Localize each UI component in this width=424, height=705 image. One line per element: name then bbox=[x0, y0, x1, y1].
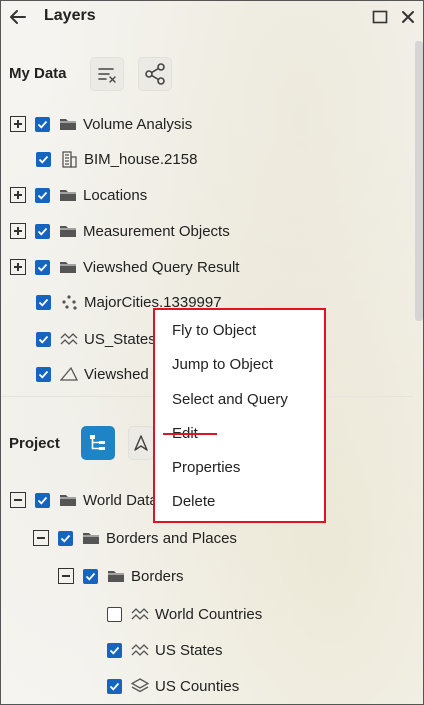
line-layer-icon bbox=[60, 330, 78, 348]
tree-item-locations[interactable]: Locations bbox=[10, 183, 147, 207]
layer-checkbox[interactable] bbox=[35, 492, 50, 508]
layer-label: World Data bbox=[83, 491, 158, 509]
maximize-icon bbox=[372, 10, 388, 24]
share-button[interactable] bbox=[138, 57, 172, 91]
tree-item-us-states-data[interactable]: US_States bbox=[36, 327, 156, 351]
folder-icon bbox=[59, 491, 77, 509]
edit-strike-line bbox=[163, 433, 217, 435]
menu-item-properties[interactable]: Properties bbox=[172, 459, 240, 476]
layer-label: Borders bbox=[131, 567, 184, 585]
layer-checkbox[interactable] bbox=[35, 116, 50, 132]
tree-item-us-counties[interactable]: US Counties bbox=[107, 674, 239, 698]
panel-title: Layers bbox=[44, 7, 96, 24]
tree-item-viewshed-query-result[interactable]: Viewshed Query Result bbox=[10, 255, 239, 279]
menu-item-select-and-query[interactable]: Select and Query bbox=[172, 391, 288, 408]
tree-item-viewshed[interactable]: Viewshed bbox=[36, 362, 149, 386]
tree-view-icon bbox=[90, 435, 105, 450]
layer-checkbox[interactable] bbox=[35, 187, 50, 203]
tree-item-measurement-objects[interactable]: Measurement Objects bbox=[10, 219, 230, 243]
context-menu: Fly to Object Jump to Object Select and … bbox=[153, 308, 326, 523]
tree-item-world-countries[interactable]: World Countries bbox=[107, 602, 262, 626]
expand-button[interactable] bbox=[10, 259, 26, 275]
folder-icon bbox=[82, 529, 100, 547]
folder-icon bbox=[59, 186, 77, 204]
layer-label: Locations bbox=[83, 186, 148, 204]
close-button[interactable] bbox=[399, 8, 417, 26]
tree-view-button[interactable] bbox=[81, 426, 115, 460]
tree-item-world-data[interactable]: World Data bbox=[10, 488, 158, 512]
layer-label: US_States bbox=[84, 330, 156, 348]
expand-button[interactable] bbox=[10, 187, 26, 203]
layer-checkbox[interactable] bbox=[107, 606, 122, 622]
line-layer-icon bbox=[131, 641, 149, 659]
tree-item-us-states[interactable]: US States bbox=[107, 638, 223, 662]
clear-list-button[interactable] bbox=[90, 57, 124, 91]
layer-checkbox[interactable] bbox=[107, 678, 122, 694]
scrollbar[interactable] bbox=[415, 41, 423, 321]
tree-item-bim-house[interactable]: BIM_house.2158 bbox=[36, 147, 197, 171]
layer-label: BIM_house.2158 bbox=[84, 150, 198, 168]
tree-item-volume-analysis[interactable]: Volume Analysis bbox=[10, 112, 192, 136]
layer-label: Viewshed bbox=[84, 365, 149, 383]
expand-button[interactable] bbox=[10, 116, 26, 132]
project-heading: Project bbox=[9, 435, 60, 452]
stack-layer-icon bbox=[131, 677, 149, 695]
folder-icon bbox=[59, 115, 77, 133]
layer-checkbox[interactable] bbox=[36, 294, 51, 310]
layer-label: World Countries bbox=[155, 605, 263, 623]
expand-button[interactable] bbox=[10, 223, 26, 239]
points-icon bbox=[60, 293, 78, 311]
layer-checkbox[interactable] bbox=[36, 151, 51, 167]
viewshed-icon bbox=[60, 365, 78, 383]
layer-label: US States bbox=[155, 641, 223, 659]
maximize-button[interactable] bbox=[372, 9, 388, 25]
layer-label: US Counties bbox=[155, 677, 240, 695]
layer-checkbox[interactable] bbox=[35, 223, 50, 239]
layer-checkbox[interactable] bbox=[83, 568, 98, 584]
tree-item-borders[interactable]: Borders bbox=[58, 564, 184, 588]
menu-item-delete[interactable]: Delete bbox=[172, 493, 215, 510]
line-layer-icon bbox=[131, 605, 149, 623]
menu-item-jump-to-object[interactable]: Jump to Object bbox=[172, 356, 273, 373]
layer-label: Borders and Places bbox=[106, 529, 237, 547]
layer-checkbox[interactable] bbox=[36, 366, 51, 382]
folder-icon bbox=[59, 258, 77, 276]
layer-checkbox[interactable] bbox=[36, 331, 51, 347]
folder-icon bbox=[107, 567, 125, 585]
share-icon bbox=[145, 63, 165, 85]
navigation-icon bbox=[134, 435, 148, 451]
menu-item-fly-to-object[interactable]: Fly to Object bbox=[172, 322, 256, 339]
building-icon bbox=[60, 150, 78, 168]
layers-panel: Layers My Data Volume Analysis BIM_house… bbox=[0, 0, 424, 705]
arrow-left-icon bbox=[10, 10, 26, 24]
layer-checkbox[interactable] bbox=[35, 259, 50, 275]
layer-label: Volume Analysis bbox=[83, 115, 193, 133]
back-button[interactable] bbox=[7, 6, 29, 28]
my-data-heading: My Data bbox=[9, 65, 67, 82]
layer-label: Measurement Objects bbox=[83, 222, 230, 240]
collapse-button[interactable] bbox=[10, 492, 26, 508]
clear-list-icon bbox=[98, 68, 116, 83]
layer-label: Viewshed Query Result bbox=[83, 258, 240, 276]
navigation-button[interactable] bbox=[128, 426, 154, 460]
layer-checkbox[interactable] bbox=[58, 530, 73, 546]
close-icon bbox=[402, 11, 414, 23]
folder-icon bbox=[59, 222, 77, 240]
collapse-button[interactable] bbox=[58, 568, 74, 584]
title-bar: Layers bbox=[1, 1, 423, 33]
collapse-button[interactable] bbox=[33, 530, 49, 546]
tree-item-borders-and-places[interactable]: Borders and Places bbox=[33, 526, 237, 550]
layer-checkbox[interactable] bbox=[107, 642, 122, 658]
